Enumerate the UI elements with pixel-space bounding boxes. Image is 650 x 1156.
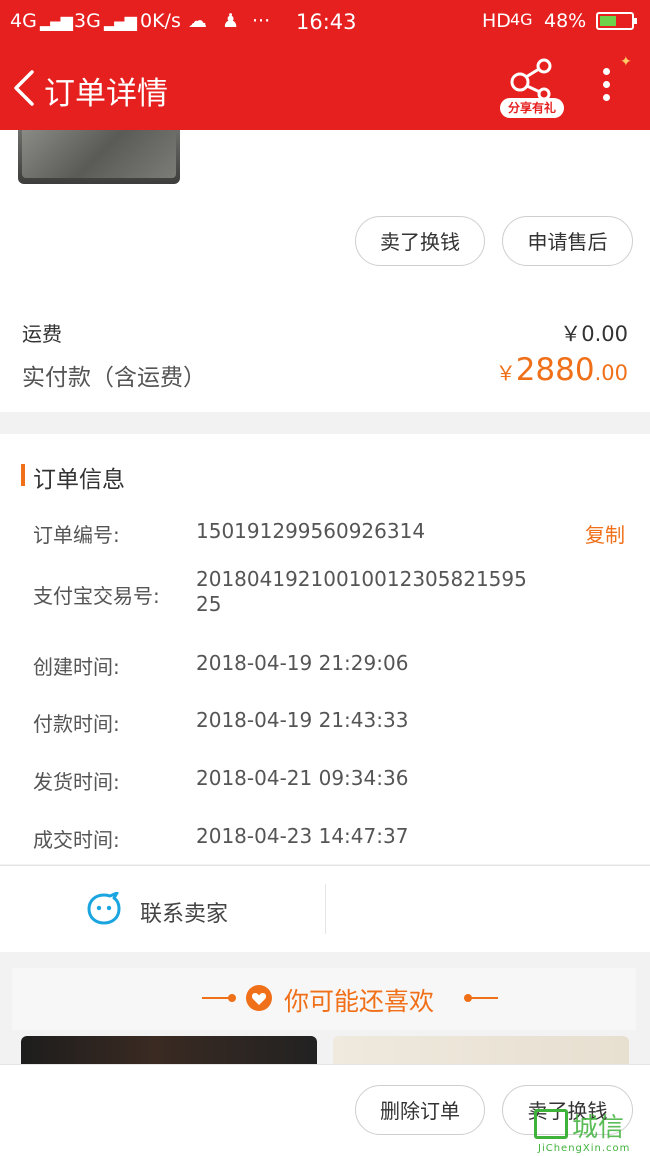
recommend-title: 你可能还喜欢 (284, 987, 435, 1016)
hd-indicator: HD (482, 10, 511, 32)
product-thumbnail[interactable] (18, 130, 180, 184)
contact-bar: 联系卖家 (0, 865, 650, 952)
order-number-label: 订单编号: (33, 523, 120, 547)
shipped-time-value: 2018-04-21 09:34:36 (196, 766, 409, 790)
bottom-action-bar: 删除订单 卖了换钱 城信 JiChengXin.com (0, 1064, 650, 1156)
recommend-header: 你可能还喜欢 (12, 968, 636, 1030)
signal-bars-icon: ▂▄▆ (40, 12, 73, 31)
paid-time-label: 付款时间: (33, 712, 120, 736)
amount-integer: 2880 (515, 352, 595, 388)
product-section: 卖了换钱 申请售后 运费 ￥0.00 实付款（含运费） ￥2880.00 (0, 130, 650, 412)
paid-time-value: 2018-04-19 21:43:33 (196, 708, 409, 732)
decor-line-left (202, 994, 236, 1002)
shipping-label: 运费 (22, 322, 62, 346)
resell-button[interactable]: 卖了换钱 (355, 216, 485, 266)
sparkle-icon: ✦ (620, 54, 632, 70)
share-badge: 分享有礼 (500, 98, 564, 118)
currency-symbol: ￥ (495, 361, 516, 385)
signal-bars-icon: ▂▄▆ (104, 12, 137, 31)
watermark-logo: 城信 JiChengXin.com (530, 1107, 650, 1155)
created-time-label: 创建时间: (33, 655, 120, 679)
more-notifications-icon: ··· (252, 10, 271, 32)
clock: 16:43 (296, 10, 357, 34)
created-time-value: 2018-04-19 21:29:06 (196, 651, 409, 675)
paid-label: 实付款（含运费） (22, 365, 206, 391)
chat-face-icon (87, 892, 121, 925)
after-sales-button[interactable]: 申请售后 (502, 216, 633, 266)
watermark-text: 城信 (572, 1113, 625, 1143)
back-arrow-icon[interactable] (10, 68, 40, 108)
decor-line-right (464, 994, 498, 1002)
section-title: 订单信息 (33, 467, 125, 493)
paid-amount: ￥2880.00 (496, 352, 628, 388)
alipay-trade-value: 20180419210010012305821595 25 (196, 567, 527, 616)
cloud-icon: ☁ (188, 10, 207, 32)
completed-time-value: 2018-04-23 14:47:37 (196, 824, 409, 848)
page-title: 订单详情 (44, 76, 168, 112)
status-bar: 4G ▂▄▆ 3G ▂▄▆ 0K/s ☁ ♟ ··· 16:43 HD 4G 4… (0, 0, 650, 44)
divider (325, 884, 326, 934)
battery-percent: 48% (544, 10, 587, 32)
order-number-value: 150191299560926314 (196, 519, 426, 543)
more-menu-icon[interactable] (598, 68, 614, 108)
network-4g: 4G (510, 10, 533, 29)
copy-button[interactable]: 复制 (585, 519, 625, 548)
contact-seller-label: 联系卖家 (140, 902, 229, 927)
amount-decimal: .00 (594, 361, 628, 385)
alipay-trade-label: 支付宝交易号: (33, 584, 160, 608)
signal-4g: 4G (10, 10, 37, 32)
battery-icon (596, 12, 637, 30)
shipped-time-label: 发货时间: (33, 770, 120, 794)
nav-bar: 订单详情 分享有礼 ✦ (0, 44, 650, 130)
notification-icon: ♟ (222, 10, 240, 32)
contact-seller-button[interactable]: 联系卖家 (0, 866, 325, 952)
heart-icon (246, 985, 272, 1011)
section-accent-bar (21, 464, 25, 486)
order-info-section: 订单信息 订单编号: 150191299560926314 复制 支付宝交易号:… (0, 434, 650, 864)
net-speed: 0K/s (140, 10, 181, 32)
share-icon (510, 58, 552, 101)
share-button[interactable]: 分享有礼 (500, 56, 564, 118)
watermark-sub: JiChengXin.com (538, 1143, 631, 1154)
shipping-value: ￥0.00 (560, 322, 628, 346)
signal-3g: 3G (74, 10, 101, 32)
delete-order-button[interactable]: 删除订单 (355, 1085, 485, 1135)
completed-time-label: 成交时间: (33, 828, 120, 852)
watermark-box-icon (534, 1109, 568, 1139)
